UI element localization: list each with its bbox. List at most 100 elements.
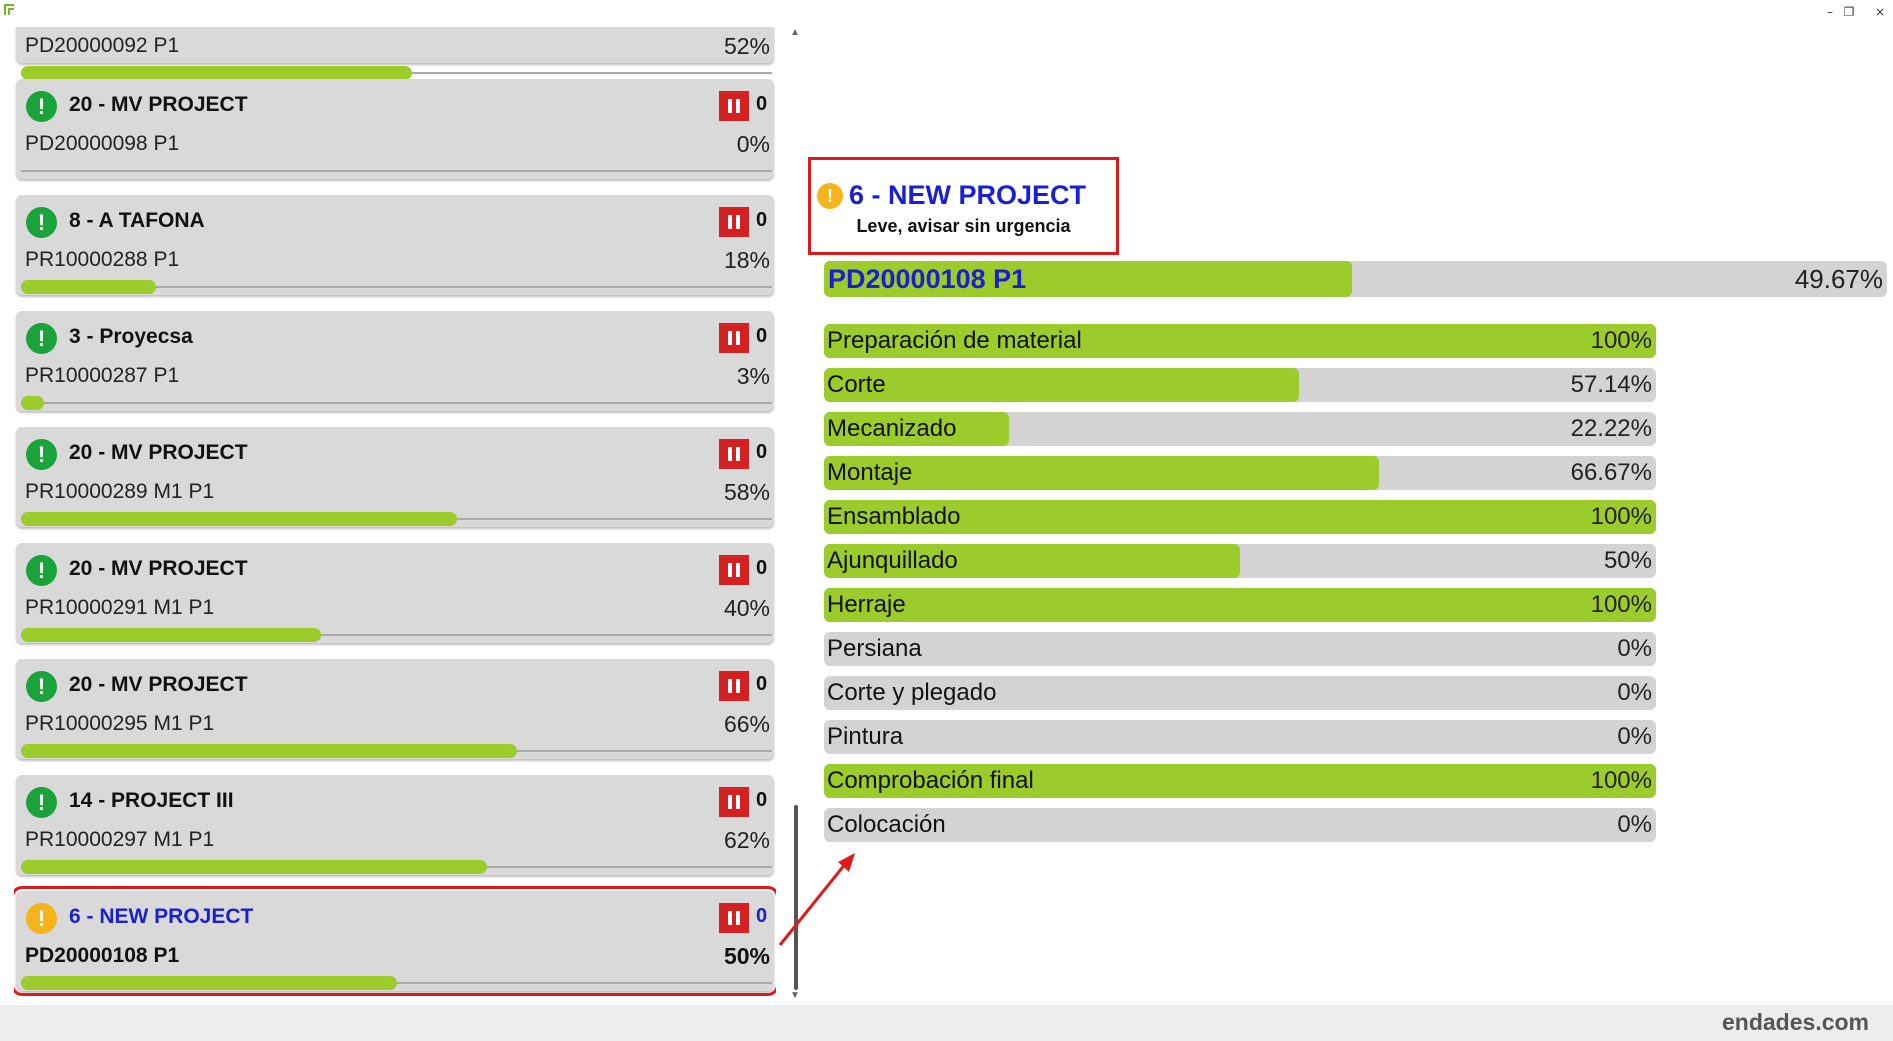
progress-track — [21, 512, 772, 526]
order-percent: 3% — [736, 363, 770, 389]
progress-fill — [21, 628, 322, 642]
step-label: Montaje — [827, 459, 913, 486]
step-label: Colocación — [827, 811, 946, 838]
pause-count: 0 — [756, 325, 768, 347]
work-order-card-partial[interactable]: PD20000092 P1 52% — [16, 27, 774, 80]
pause-button[interactable] — [719, 207, 749, 237]
scrollbar-thumb[interactable] — [794, 805, 798, 990]
step-percent: 100% — [1590, 591, 1652, 618]
scroll-down-arrow[interactable]: ▼ — [790, 990, 800, 1001]
progress-track — [21, 280, 772, 294]
work-order-card[interactable]: ! 3 - Proyecsa 0 PR10000287 P1 3% — [16, 311, 774, 411]
step-label: Comprobación final — [827, 767, 1034, 794]
step-percent: 50% — [1603, 547, 1652, 574]
progress-fill — [21, 396, 44, 410]
work-order-card[interactable]: ! 20 - MV PROJECT 0 PR10000295 M1 P1 66% — [16, 659, 774, 759]
pause-count: 0 — [756, 673, 768, 695]
progress-fill — [21, 66, 412, 80]
project-title: 20 - MV PROJECT — [69, 673, 248, 696]
title-bar: – ❐ × — [0, 0, 1893, 27]
project-title: 3 - Proyecsa — [69, 325, 193, 348]
step-percent: 0% — [1617, 811, 1652, 838]
project-title: 20 - MV PROJECT — [69, 441, 248, 464]
progress-fill — [21, 860, 487, 874]
close-button[interactable]: × — [1868, 2, 1892, 22]
order-percent: 52% — [723, 33, 770, 59]
order-percent: 0% — [736, 131, 770, 157]
order-code: PR10000297 M1 P1 — [25, 828, 215, 851]
order-percent: 40% — [723, 595, 770, 621]
progress-track — [21, 744, 772, 758]
step-label: Herraje — [827, 591, 906, 618]
progress-track — [21, 170, 772, 172]
progress-fill — [21, 280, 157, 294]
step-percent: 100% — [1590, 503, 1652, 530]
progress-fill — [21, 512, 457, 526]
pause-button[interactable] — [719, 903, 749, 933]
pause-button[interactable] — [719, 555, 749, 585]
process-step-row: Persiana 0% — [824, 632, 1656, 666]
order-code: PD20000098 P1 — [25, 132, 180, 155]
step-percent: 0% — [1617, 635, 1652, 662]
ok-alert-icon: ! — [26, 323, 57, 354]
work-order-list[interactable]: PD20000092 P1 52% ! 20 - MV PROJECT 0 PD200… — [14, 27, 776, 1005]
step-percent: 100% — [1590, 767, 1652, 794]
order-code: PR10000288 P1 — [25, 248, 180, 271]
step-label: Pintura — [827, 723, 904, 750]
ok-alert-icon: ! — [26, 671, 57, 702]
pause-count: 0 — [756, 557, 768, 579]
work-order-card-selected[interactable]: ! 6 - NEW PROJECT 0 PD20000108 P1 50% — [14, 886, 776, 996]
process-step-row: Colocación 0% — [824, 808, 1656, 842]
order-percent: 49.67% — [1794, 264, 1883, 294]
step-label: Preparación de material — [827, 327, 1082, 354]
process-step-row: Preparación de material 100% — [824, 324, 1656, 358]
step-label: Mecanizado — [827, 415, 957, 442]
app-logo-icon — [4, 4, 14, 15]
order-progress-bar: PD20000108 P1 49.67% — [824, 261, 1887, 297]
pause-button[interactable] — [719, 323, 749, 353]
process-step-row: Herraje 100% — [824, 588, 1656, 622]
project-title: 14 - PROJECT III — [69, 789, 234, 812]
step-label: Persiana — [827, 635, 922, 662]
pause-button[interactable] — [719, 91, 749, 121]
step-label: Ajunquillado — [827, 547, 958, 574]
ok-alert-icon: ! — [26, 91, 57, 122]
process-step-row: Montaje 66.67% — [824, 456, 1656, 490]
progress-track — [21, 976, 772, 990]
pause-button[interactable] — [719, 787, 749, 817]
progress-track — [21, 396, 772, 410]
warning-icon: ! — [26, 903, 57, 934]
ok-alert-icon: ! — [26, 555, 57, 586]
ok-alert-icon: ! — [26, 207, 57, 238]
restore-button[interactable]: ❐ — [1837, 2, 1861, 22]
step-percent: 22.22% — [1570, 415, 1652, 442]
step-progress-fill — [824, 368, 1300, 402]
selected-project-header: ! 6 - NEW PROJECT Leve, avisar sin urgen… — [808, 157, 1119, 255]
selected-project-title: 6 - NEW PROJECT — [849, 180, 1087, 210]
order-code: PR10000291 M1 P1 — [25, 596, 215, 619]
process-step-row: Mecanizado 22.22% — [824, 412, 1656, 446]
project-title: 6 - NEW PROJECT — [69, 905, 254, 928]
pause-button[interactable] — [719, 671, 749, 701]
brand-watermark: endades.com — [1722, 1009, 1869, 1035]
step-label: Corte y plegado — [827, 679, 997, 706]
work-order-card[interactable]: ! 20 - MV PROJECT 0 PD20000098 P1 0% — [16, 79, 774, 179]
step-percent: 57.14% — [1570, 371, 1652, 398]
work-order-card[interactable]: ! 20 - MV PROJECT 0 PR10000291 M1 P1 40% — [16, 543, 774, 643]
pause-count: 0 — [756, 209, 768, 231]
pause-count: 0 — [756, 789, 768, 811]
scroll-up-arrow[interactable]: ▲ — [790, 27, 800, 38]
progress-fill — [21, 976, 397, 990]
work-order-card[interactable]: ! 14 - PROJECT III 0 PR10000297 M1 P1 62% — [16, 775, 774, 875]
progress-track — [21, 66, 772, 80]
order-percent: 62% — [723, 827, 770, 853]
work-order-card[interactable]: ! 8 - A TAFONA 0 PR10000288 P1 18% — [16, 195, 774, 295]
warning-icon: ! — [817, 183, 843, 209]
pause-button[interactable] — [719, 439, 749, 469]
process-step-row: Corte y plegado 0% — [824, 676, 1656, 710]
process-step-row: Ensamblado 100% — [824, 500, 1656, 534]
pause-count: 0 — [756, 905, 768, 927]
work-order-card[interactable]: ! 20 - MV PROJECT 0 PR10000289 M1 P1 58% — [16, 427, 774, 527]
process-step-row: Comprobación final 100% — [824, 764, 1656, 798]
priority-description: Leve, avisar sin urgencia — [856, 216, 1071, 236]
